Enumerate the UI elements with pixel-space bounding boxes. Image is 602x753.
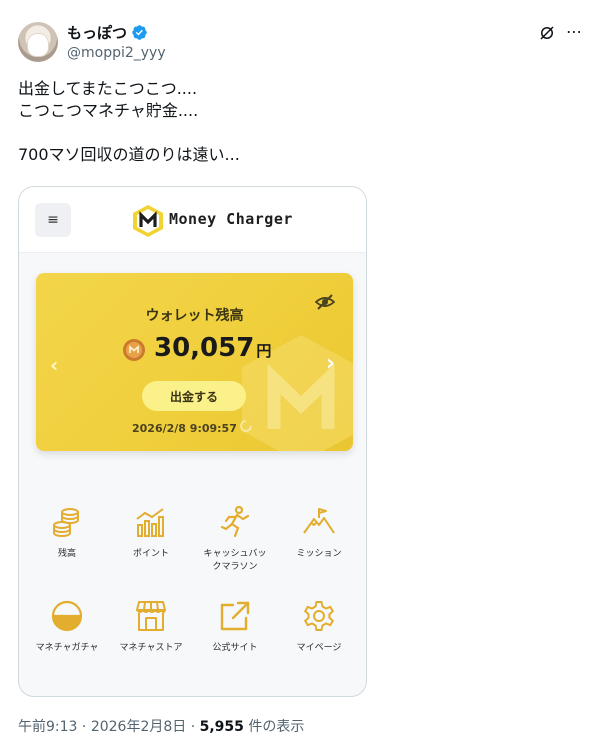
withdraw-button: 出金する (142, 381, 246, 411)
wallet-card: ウォレット残高 ‹ › 30,057 円 出金する 2026/2/8 9:09:… (36, 273, 353, 451)
gear-icon (303, 601, 335, 631)
balance-value: 30,057 (154, 333, 255, 363)
external-link-icon (220, 601, 250, 631)
menu-item-label: 公式サイト (212, 643, 258, 653)
meta-separator: · (81, 719, 91, 735)
gacha-icon (51, 600, 83, 632)
wallet-updated-at: 2026/2/8 9:09:57 (132, 422, 237, 435)
tweet-date[interactable]: 2026年2月8日 (91, 719, 186, 735)
eye-off-icon (315, 294, 335, 310)
menu-item-label: 残高 (57, 549, 76, 559)
menu-item-label: ポイント (132, 549, 169, 559)
grok-icon[interactable] (538, 24, 556, 42)
menu-item-points: ポイント (111, 505, 191, 561)
hamburger-menu-icon: ≡ (35, 203, 71, 237)
tweet-text: 出金してまたこつこつ.... こつこつマネチャ貯金.... 700マソ回収の道の… (18, 79, 240, 164)
wallet-title: ウォレット残高 (145, 308, 244, 324)
tweet-time[interactable]: 午前9:13 (18, 719, 77, 735)
menu-item-label: マネチャガチャ (35, 643, 99, 653)
menu-item-mypage: マイページ (279, 599, 359, 655)
menu-item-gacha: マネチャガチャ (27, 599, 107, 655)
menu-item-official-site: 公式サイト (195, 599, 275, 655)
menu-item-balance: 残高 (27, 505, 107, 561)
menu-item-label: マイページ (296, 643, 342, 653)
chevron-left-icon: ‹ (50, 353, 59, 377)
verified-badge-icon (132, 25, 147, 40)
menu-item-store: マネチャストア (111, 599, 191, 655)
menu-item-label: キャッシュバッ クマラソン (203, 549, 267, 572)
view-count: 5,955 (199, 719, 244, 735)
more-options-icon[interactable]: ⋯ (566, 22, 584, 42)
menu-item-cashback-marathon: キャッシュバッ クマラソン (195, 505, 275, 574)
menu-item-label: ミッション (296, 549, 342, 559)
store-icon (136, 601, 166, 631)
avatar[interactable] (18, 22, 58, 62)
logo-text: Money Charger (169, 210, 293, 228)
money-charger-logo-icon (133, 205, 163, 237)
tweet-image[interactable]: ≡ Money Charger ウォレット残高 ‹ › 30,057 円 出金す… (18, 186, 367, 697)
menu-item-mission: ミッション (279, 505, 359, 561)
display-name-text: もっぽつ (67, 24, 128, 42)
chart-icon (136, 508, 164, 537)
runner-icon (220, 505, 250, 538)
meta-separator: · (190, 719, 200, 735)
mountain-flag-icon (303, 508, 335, 534)
view-count-suffix: 件の表示 (248, 719, 305, 735)
display-name[interactable]: もっぽつ (67, 22, 148, 43)
balance-unit: 円 (256, 342, 272, 360)
coins-icon (53, 508, 79, 538)
app-header: ≡ Money Charger (19, 187, 366, 253)
coin-icon (123, 339, 145, 361)
refresh-icon (240, 420, 252, 432)
menu-item-label: マネチャストア (119, 643, 183, 653)
chevron-right-icon: › (326, 351, 336, 376)
handle[interactable]: @moppi2_yyy (67, 45, 166, 61)
tweet-meta: 午前9:13 · 2026年2月8日 · 5,955 件の表示 (18, 716, 304, 736)
wallet-balance: 30,057 円 (154, 333, 271, 363)
